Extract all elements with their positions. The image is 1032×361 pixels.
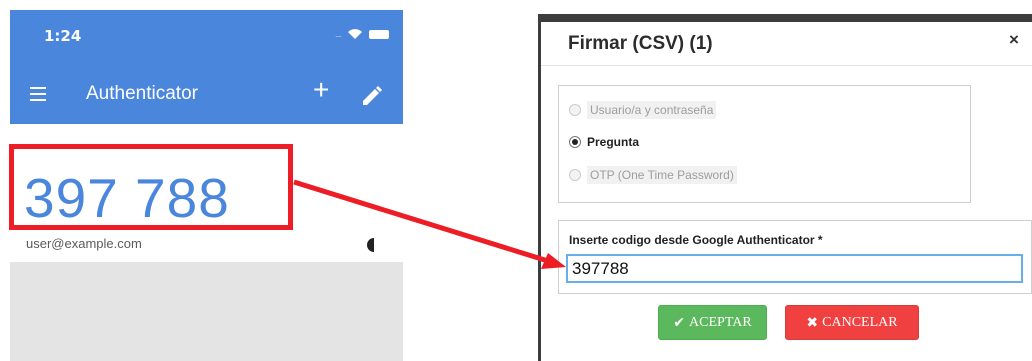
account-email: user@example.com	[26, 236, 142, 251]
timer-icon	[367, 238, 374, 252]
app-bar: Authenticator +	[10, 66, 403, 124]
battery-icon	[369, 29, 389, 39]
screenshot-composite: 1:24 .... Authenticator + 397 788 user@e…	[0, 0, 1032, 361]
option-question[interactable]: Pregunta	[569, 135, 639, 149]
option-otp[interactable]: OTP (One Time Password)	[569, 166, 737, 184]
add-icon[interactable]: +	[313, 76, 329, 104]
option-label: Usuario/a y contraseña	[587, 101, 717, 119]
code-field-group: Inserte codigo desde Google Authenticato…	[558, 220, 1032, 294]
option-user-password[interactable]: Usuario/a y contraseña	[569, 101, 717, 119]
radio-icon[interactable]	[569, 104, 581, 116]
status-time: 1:24	[44, 27, 82, 45]
cancel-button[interactable]: ✖ CANCELAR	[785, 305, 919, 340]
status-bar: 1:24 ....	[10, 10, 403, 66]
cancel-label: CANCELAR	[822, 314, 898, 330]
option-label: Pregunta	[587, 135, 640, 149]
app-title: Authenticator	[86, 83, 198, 104]
dialog-divider	[541, 65, 1032, 66]
menu-icon[interactable]	[30, 87, 46, 101]
status-icons: ....	[335, 28, 389, 40]
accept-label: ACEPTAR	[689, 314, 752, 330]
x-icon: ✖	[806, 314, 819, 331]
wifi-icon	[348, 29, 362, 39]
auth-method-group: Usuario/a y contraseña Pregunta OTP (One…	[558, 85, 971, 203]
highlight-box	[9, 144, 293, 230]
close-button[interactable]: ×	[1009, 30, 1019, 50]
code-input[interactable]	[566, 254, 1023, 283]
radio-selected-icon[interactable]	[569, 136, 581, 148]
edit-icon[interactable]	[360, 84, 384, 108]
check-icon: ✔	[673, 314, 686, 331]
radio-icon[interactable]	[569, 169, 581, 181]
option-label: OTP (One Time Password)	[587, 166, 737, 184]
signal-icon: ....	[334, 29, 342, 39]
accept-button[interactable]: ✔ ACEPTAR	[658, 305, 767, 340]
code-label: Inserte codigo desde Google Authenticato…	[569, 233, 823, 247]
sign-dialog: Firmar (CSV) (1) × Usuario/a y contraseñ…	[541, 22, 1032, 361]
dialog-title: Firmar (CSV) (1)	[568, 33, 713, 54]
